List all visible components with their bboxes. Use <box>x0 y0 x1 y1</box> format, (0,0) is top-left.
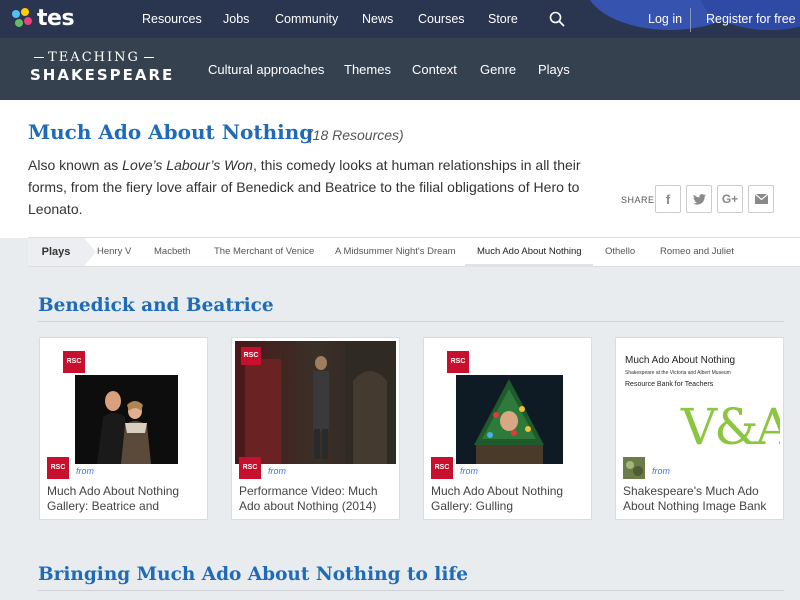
tab-macbeth[interactable]: Macbeth <box>154 246 190 257</box>
from-label: from <box>76 466 94 476</box>
alt-title: Love’s Labour’s Won <box>122 157 253 173</box>
site-navigation: TEACHING SHAKESPEARE Cultural approaches… <box>0 38 800 100</box>
nav-store[interactable]: Store <box>488 12 518 26</box>
section-title: Benedick and Beatrice <box>38 295 274 316</box>
tab-henry-v[interactable]: Henry V <box>97 246 131 257</box>
email-icon <box>754 194 768 204</box>
tab-othello[interactable]: Othello <box>605 246 635 257</box>
thumb-subtitle: Shakespeare at the Victoria and Albert M… <box>625 370 731 376</box>
share-label: SHARE <box>621 195 655 205</box>
tab-much-ado-about-nothing[interactable]: Much Ado About Nothing <box>477 246 582 257</box>
from-label: from <box>268 466 286 476</box>
nav-genre[interactable]: Genre <box>480 62 516 77</box>
twitter-icon <box>692 193 706 205</box>
nav-community[interactable]: Community <box>275 12 338 26</box>
nav-cultural-approaches[interactable]: Cultural approaches <box>208 62 324 77</box>
nav-news[interactable]: News <box>362 12 393 26</box>
photo-gulling-tree <box>456 375 563 464</box>
photo-beatrice-benedick <box>75 375 178 464</box>
section-divider <box>38 321 784 322</box>
logo-line-2: SHAKESPEARE <box>30 66 175 84</box>
resource-thumbnail: Much Ado About Nothing Shakespeare at th… <box>619 341 780 464</box>
nav-divider <box>690 8 691 32</box>
rsc-logo: RSC <box>63 351 85 373</box>
resource-card[interactable]: RSC RSC from Much Ado About Nothing Gall… <box>39 337 208 520</box>
plays-label-arrow <box>84 238 96 266</box>
nav-plays[interactable]: Plays <box>538 62 570 77</box>
login-link[interactable]: Log in <box>648 12 682 26</box>
nav-context[interactable]: Context <box>412 62 457 77</box>
resource-card[interactable]: Much Ado About Nothing Shakespeare at th… <box>615 337 784 520</box>
share-google-plus-button[interactable]: G+ <box>717 185 743 213</box>
tes-logo-icon <box>12 7 34 30</box>
active-tab-indicator <box>465 264 593 267</box>
resource-title[interactable]: Much Ado About Nothing Gallery: Beatrice… <box>47 484 205 514</box>
resource-count: (18 Resources) <box>308 127 404 143</box>
description-text: Also known as <box>28 157 123 173</box>
resource-card[interactable]: RSC RSC from Performance Video: Much Ado… <box>231 337 400 520</box>
nav-resources[interactable]: Resources <box>142 12 202 26</box>
play-description: Also known as Love’s Labour’s Won, this … <box>28 154 598 220</box>
thumb-caption: Resource Bank for Teachers <box>625 381 714 388</box>
nav-courses[interactable]: Courses <box>418 12 465 26</box>
tab-merchant-of-venice[interactable]: The Merchant of Venice <box>214 246 314 257</box>
share-email-button[interactable] <box>748 185 774 213</box>
plays-tab-bar: Plays Henry V Macbeth The Merchant of Ve… <box>28 237 800 267</box>
source-logo-rsc: RSC <box>47 457 69 479</box>
page-title: Much Ado About Nothing <box>28 120 314 144</box>
va-logo: V&A <box>681 398 780 456</box>
from-label: from <box>652 466 670 476</box>
resource-title[interactable]: Much Ado About Nothing Gallery: Gulling <box>431 484 589 514</box>
section-title: Bringing Much Ado About Nothing to life <box>38 564 469 585</box>
facebook-icon: f <box>665 191 671 207</box>
from-label: from <box>460 466 478 476</box>
play-header: Much Ado About Nothing (18 Resources) Al… <box>0 100 800 238</box>
resource-thumbnail: RSC <box>427 341 588 464</box>
tab-romeo-and-juliet[interactable]: Romeo and Juliet <box>660 246 734 257</box>
nav-themes[interactable]: Themes <box>344 62 391 77</box>
logo-line-1: TEACHING <box>30 50 158 65</box>
tab-midsummer-nights-dream[interactable]: A Midsummer Night's Dream <box>335 246 456 257</box>
resource-title[interactable]: Performance Video: Much Ado about Nothin… <box>239 484 397 514</box>
tes-logo[interactable]: tes <box>12 6 75 31</box>
source-logo-va <box>623 457 645 479</box>
resource-card[interactable]: RSC RSC from Much Ado About Nothing Gall… <box>423 337 592 520</box>
tes-logo-text: tes <box>37 6 75 31</box>
nav-jobs[interactable]: Jobs <box>223 12 249 26</box>
source-logo-rsc: RSC <box>239 457 261 479</box>
plays-label[interactable]: Plays <box>28 238 84 266</box>
resource-thumbnail: RSC <box>235 341 396 464</box>
top-navigation: tes Resources Jobs Community News Course… <box>0 0 800 38</box>
rsc-logo: RSC <box>447 351 469 373</box>
teaching-shakespeare-logo[interactable]: TEACHING SHAKESPEARE <box>30 50 175 84</box>
section-divider <box>38 590 784 591</box>
resource-title[interactable]: Shakespeare's Much Ado About Nothing Ima… <box>623 484 781 514</box>
source-logo-rsc: RSC <box>431 457 453 479</box>
search-icon[interactable] <box>549 11 565 27</box>
thumb-title: Much Ado About Nothing <box>625 355 736 366</box>
share-twitter-button[interactable] <box>686 185 712 213</box>
rsc-logo: RSC <box>241 347 261 365</box>
register-link[interactable]: Register for free <box>706 12 796 26</box>
share-facebook-button[interactable]: f <box>655 185 681 213</box>
resource-thumbnail: RSC <box>43 341 204 464</box>
google-plus-icon: G+ <box>721 192 739 206</box>
